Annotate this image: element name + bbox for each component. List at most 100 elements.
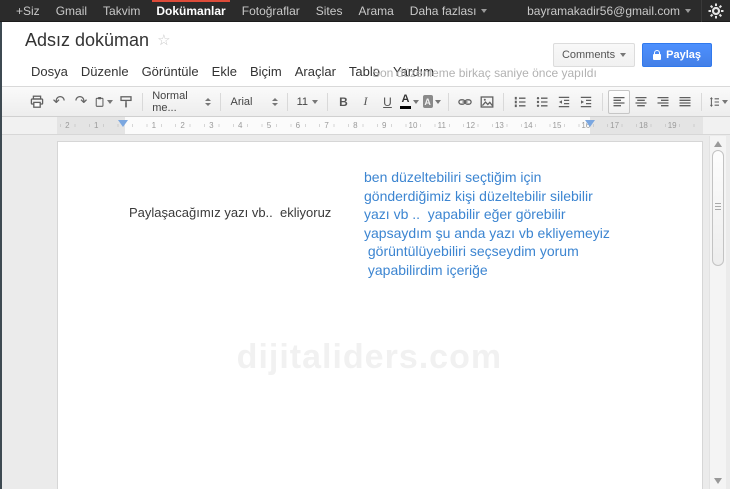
line-spacing-icon (709, 96, 719, 107)
share-button[interactable]: Paylaş (642, 43, 712, 67)
highlight-color-button[interactable]: A (421, 90, 443, 114)
line-spacing-button[interactable] (707, 90, 730, 114)
document-text-line: görüntülüyebiliri seçseydim yorum (364, 243, 579, 260)
align-justify-icon (679, 96, 691, 106)
topbar-item-dokümanlar[interactable]: Dokümanlar (148, 0, 233, 21)
undo-button[interactable]: ↶ (48, 90, 70, 114)
bullet-list-button[interactable] (531, 90, 553, 114)
topbar-item-sites[interactable]: Sites (308, 0, 351, 21)
indent-button[interactable] (575, 90, 597, 114)
ruler-label: 13 (494, 121, 504, 130)
topbar-item-fotoğraflar[interactable]: Fotoğraflar (234, 0, 308, 21)
chevron-down-icon (413, 99, 419, 104)
insert-image-button[interactable] (476, 90, 498, 114)
ruler-label: 6 (295, 121, 301, 130)
document-text-line: ben düzeltebiliri seçtiğim için (364, 169, 542, 185)
menu-görüntüle[interactable]: Görüntüle (136, 62, 205, 81)
scrollbar-thumb[interactable] (712, 150, 724, 266)
align-center-button[interactable] (630, 90, 652, 114)
left-indent-marker[interactable] (118, 120, 128, 127)
outdent-icon (558, 96, 570, 107)
bold-button[interactable]: B (333, 90, 355, 114)
scroll-up-arrow[interactable] (714, 141, 722, 147)
comments-label: Comments (561, 49, 616, 61)
topbar-item-takvim[interactable]: Takvim (95, 0, 148, 21)
menu-biçim[interactable]: Biçim (244, 62, 288, 81)
numbered-list-button[interactable] (509, 90, 531, 114)
menu-ekle[interactable]: Ekle (206, 62, 243, 81)
ruler-label: 1 (93, 121, 99, 130)
insert-link-button[interactable] (454, 90, 476, 114)
menu-araçlar[interactable]: Araçlar (289, 62, 342, 81)
ruler-label: 10 (408, 121, 418, 130)
align-center-icon (635, 96, 647, 106)
web-clipboard-button[interactable] (92, 90, 115, 114)
document-title[interactable]: Adsız doküman (25, 30, 149, 51)
toolbar-separator (220, 92, 222, 111)
chevron-down-icon (311, 99, 318, 104)
align-left-button[interactable] (607, 89, 630, 114)
link-icon (458, 98, 472, 105)
menu-düzenle[interactable]: Düzenle (75, 62, 135, 81)
window-left-edge (0, 0, 2, 489)
star-icon[interactable]: ☆ (157, 33, 170, 48)
vertical-scrollbar[interactable] (709, 136, 726, 489)
share-label: Paylaş (666, 49, 701, 61)
topbar-item-label: +Siz (16, 3, 40, 18)
clipboard-icon (95, 96, 104, 107)
topbar-item-label: Daha fazlası (409, 3, 477, 18)
redo-button[interactable]: ↷ (70, 90, 92, 114)
lock-icon (653, 49, 662, 60)
font-value: Arial (230, 95, 253, 108)
chevron-down-icon (685, 8, 691, 13)
comments-button[interactable]: Comments (552, 43, 636, 67)
print-button[interactable] (26, 90, 48, 114)
outdent-button[interactable] (553, 90, 575, 114)
font-size-select[interactable]: 11 (293, 91, 322, 113)
image-icon (480, 95, 494, 108)
right-indent-marker[interactable] (585, 120, 595, 127)
topbar-item-+siz[interactable]: +Siz (8, 0, 48, 21)
undo-icon: ↶ (52, 92, 66, 110)
topbar-item-arama[interactable]: Arama (350, 0, 401, 21)
toolbar-separator (142, 92, 144, 111)
settings-gear-button[interactable] (702, 0, 730, 22)
ruler: 1 2 1 2 3 4 5 6 7 8 9 10 11 12 13 14 15 16 17 18 19 (0, 117, 730, 135)
menu-dosya[interactable]: Dosya (25, 62, 74, 81)
google-docs-window: +Siz Gmail Takvim Dokümanlar Fotoğraflar Site… (0, 0, 730, 489)
align-right-button[interactable] (652, 90, 674, 114)
highlight-icon: A (422, 95, 433, 108)
paint-format-button[interactable] (115, 90, 137, 114)
account-menu[interactable]: bayramakadir56@gmail.com (517, 4, 701, 18)
topbar-item-daha-fazlası[interactable]: Daha fazlası (402, 0, 495, 21)
ruler-label: 3 (209, 121, 214, 130)
align-right-icon (657, 96, 669, 106)
paragraph-style-select[interactable]: Normal me... (148, 90, 215, 114)
italic-icon: I (363, 94, 368, 108)
gear-icon (708, 3, 724, 18)
text-color-button[interactable]: A (399, 90, 421, 114)
ruler-label: 14 (523, 121, 533, 130)
align-justify-button[interactable] (674, 90, 696, 114)
topbar-item-gmail[interactable]: Gmail (48, 0, 95, 21)
toolbar-separator (601, 92, 603, 111)
document-page[interactable]: dijitaliders.com Paylaşacağımız yazı vb.… (57, 141, 703, 489)
watermark: dijitaliders.com (236, 338, 503, 376)
italic-button[interactable]: I (355, 90, 377, 114)
redo-icon: ↷ (74, 92, 88, 110)
toolbar-separator (286, 92, 288, 111)
title-row: Adsız doküman ☆ (25, 30, 171, 51)
underline-button[interactable]: U (377, 90, 399, 114)
document-text-line: yazı vb .. yapabilir eğer görebilir (364, 206, 566, 223)
indent-icon (580, 96, 592, 107)
scroll-down-arrow[interactable] (714, 478, 722, 484)
header-buttons: Comments Paylaş (552, 43, 712, 67)
ruler-label: 8 (353, 121, 358, 130)
document-text-line: yapsaydım şu anda yazı vb ekliyemeyiz (364, 224, 610, 241)
google-topbar: +Siz Gmail Takvim Dokümanlar Fotoğraflar Site… (0, 0, 730, 22)
scrollbar-grip (715, 203, 721, 210)
paint-roller-icon (120, 95, 132, 107)
document-paragraph: Paylaşacağımız yazı vb.. ekliyoruz (129, 205, 332, 220)
font-family-select[interactable]: Arial (226, 91, 281, 113)
topbar-account-area: bayramakadir56@gmail.com (517, 0, 730, 22)
